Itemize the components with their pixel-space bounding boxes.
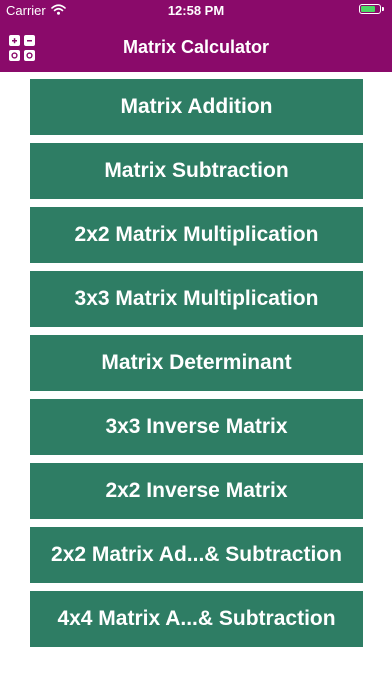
- status-time: 12:58 PM: [167, 3, 225, 18]
- 2x2-inverse-matrix-button[interactable]: 2x2 Inverse Matrix: [30, 463, 363, 519]
- battery-level-fill: [361, 6, 375, 12]
- 2x2-matrix-add-sub-button[interactable]: 2x2 Matrix Ad...& Subtraction: [30, 527, 363, 583]
- matrix-subtraction-button[interactable]: Matrix Subtraction: [30, 143, 363, 199]
- page-title: Matrix Calculator: [122, 37, 270, 57]
- matrix-determinant-button[interactable]: Matrix Determinant: [30, 335, 363, 391]
- battery-tip: [382, 7, 384, 11]
- matrix-addition-button[interactable]: Matrix Addition: [30, 79, 363, 135]
- 2x2-matrix-multiplication-button[interactable]: 2x2 Matrix Multiplication: [30, 207, 363, 263]
- 3x3-inverse-matrix-button[interactable]: 3x3 Inverse Matrix: [30, 399, 363, 455]
- 3x3-matrix-multiplication-button[interactable]: 3x3 Matrix Multiplication: [30, 271, 363, 327]
- navigation-bar: Matrix Calculator: [0, 22, 392, 72]
- menu-list: Matrix Addition Matrix Subtraction 2x2 M…: [30, 79, 363, 655]
- battery-icon: [359, 4, 381, 14]
- 4x4-matrix-add-sub-button[interactable]: 4x4 Matrix A...& Subtraction: [30, 591, 363, 647]
- status-bar: Carrier 12:58 PM: [0, 0, 392, 22]
- battery-indicator: [359, 4, 384, 14]
